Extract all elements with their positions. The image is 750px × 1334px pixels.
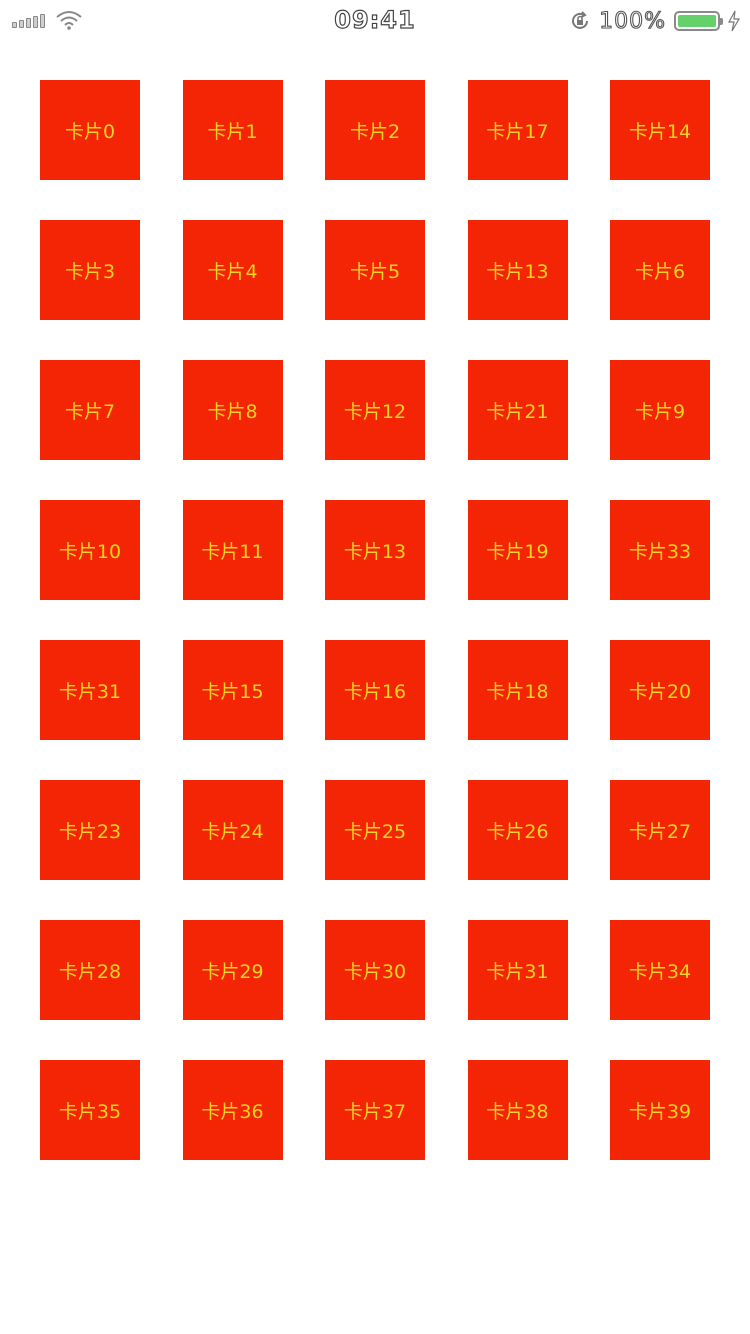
card-label: 卡片13 [343, 540, 407, 563]
card[interactable]: 卡片9 [610, 360, 710, 460]
card-label: 卡片36 [201, 1100, 264, 1123]
card-label: 卡片19 [486, 540, 549, 563]
card[interactable]: 卡片37 [325, 1060, 425, 1160]
card-label: 卡片23 [58, 820, 122, 843]
card[interactable]: 卡片6 [610, 220, 710, 320]
card[interactable]: 卡片11 [182, 500, 283, 600]
battery-fill [678, 15, 716, 27]
card-label: 卡片12 [343, 400, 407, 423]
card[interactable]: 卡片31 [40, 640, 140, 740]
card-grid: 卡片0 卡片1 卡片2 卡片17 卡片14 卡片3 卡片4 卡片5 卡片13 卡片6 卡片7 卡片8 卡… [40, 80, 710, 1160]
card-label: 卡片3 [64, 260, 116, 283]
card[interactable]: 卡片13 [467, 220, 568, 320]
card[interactable]: 卡片23 [40, 780, 140, 880]
card[interactable]: 卡片1 [182, 80, 283, 180]
card-label: 卡片10 [58, 540, 122, 563]
card[interactable]: 卡片5 [325, 220, 425, 320]
card-label: 卡片9 [634, 400, 686, 423]
card-label: 卡片20 [628, 680, 692, 703]
card-label: 卡片31 [486, 960, 549, 983]
card[interactable]: 卡片0 [40, 80, 140, 180]
card-label: 卡片2 [349, 120, 401, 143]
card[interactable]: 卡片29 [182, 920, 283, 1020]
card-label: 卡片33 [628, 540, 692, 563]
card[interactable]: 卡片2 [325, 80, 425, 180]
card-label: 卡片6 [634, 260, 686, 283]
card-label: 卡片29 [201, 960, 264, 983]
card-label: 卡片26 [486, 820, 549, 843]
card[interactable]: 卡片12 [325, 360, 425, 460]
card[interactable]: 卡片3 [40, 220, 140, 320]
card[interactable]: 卡片38 [467, 1060, 568, 1160]
card-label: 卡片38 [486, 1100, 549, 1123]
card[interactable]: 卡片21 [467, 360, 568, 460]
card[interactable]: 卡片13 [325, 500, 425, 600]
card-label: 卡片5 [349, 260, 401, 283]
status-bar: 09:41 100% [0, 0, 750, 40]
card[interactable]: 卡片16 [325, 640, 425, 740]
card[interactable]: 卡片31 [467, 920, 568, 1020]
card-label: 卡片7 [64, 400, 116, 423]
card[interactable]: 卡片8 [182, 360, 283, 460]
card[interactable]: 卡片17 [467, 80, 568, 180]
charging-icon [728, 10, 740, 32]
card-label: 卡片31 [58, 680, 122, 703]
card[interactable]: 卡片4 [182, 220, 283, 320]
card-label: 卡片37 [343, 1100, 407, 1123]
card[interactable]: 卡片27 [610, 780, 710, 880]
card[interactable]: 卡片33 [610, 500, 710, 600]
card-label: 卡片17 [486, 120, 549, 143]
status-right: 100% [569, 8, 740, 34]
screen: 09:41 100% 卡片0 卡片1 卡片2 卡片17 卡片14 卡片3 卡片4 卡 [0, 0, 750, 1334]
card[interactable]: 卡片36 [182, 1060, 283, 1160]
card-label: 卡片11 [201, 540, 264, 563]
card[interactable]: 卡片18 [467, 640, 568, 740]
card-label: 卡片25 [343, 820, 407, 843]
card[interactable]: 卡片10 [40, 500, 140, 600]
card[interactable]: 卡片25 [325, 780, 425, 880]
card-label: 卡片30 [343, 960, 407, 983]
card[interactable]: 卡片7 [40, 360, 140, 460]
card[interactable]: 卡片15 [182, 640, 283, 740]
card[interactable]: 卡片35 [40, 1060, 140, 1160]
card-label: 卡片35 [58, 1100, 122, 1123]
card-label: 卡片21 [486, 400, 549, 423]
card[interactable]: 卡片28 [40, 920, 140, 1020]
card-label: 卡片16 [343, 680, 407, 703]
card-label: 卡片4 [207, 260, 258, 283]
card-label: 卡片13 [486, 260, 549, 283]
card-label: 卡片0 [64, 120, 116, 143]
card-label: 卡片28 [58, 960, 122, 983]
card-label: 卡片34 [628, 960, 692, 983]
card-label: 卡片1 [207, 120, 258, 143]
card-label: 卡片8 [207, 400, 258, 423]
card[interactable]: 卡片34 [610, 920, 710, 1020]
card-label: 卡片39 [628, 1100, 692, 1123]
card[interactable]: 卡片39 [610, 1060, 710, 1160]
card-label: 卡片27 [628, 820, 692, 843]
card-label: 卡片18 [486, 680, 549, 703]
card[interactable]: 卡片20 [610, 640, 710, 740]
card[interactable]: 卡片30 [325, 920, 425, 1020]
card-label: 卡片14 [628, 120, 692, 143]
card[interactable]: 卡片26 [467, 780, 568, 880]
card[interactable]: 卡片14 [610, 80, 710, 180]
battery-icon [674, 11, 723, 31]
card[interactable]: 卡片24 [182, 780, 283, 880]
card-label: 卡片24 [201, 820, 264, 843]
card[interactable]: 卡片19 [467, 500, 568, 600]
rotation-lock-icon [569, 10, 591, 32]
battery-percent: 100% [599, 8, 666, 34]
card-label: 卡片15 [201, 680, 264, 703]
